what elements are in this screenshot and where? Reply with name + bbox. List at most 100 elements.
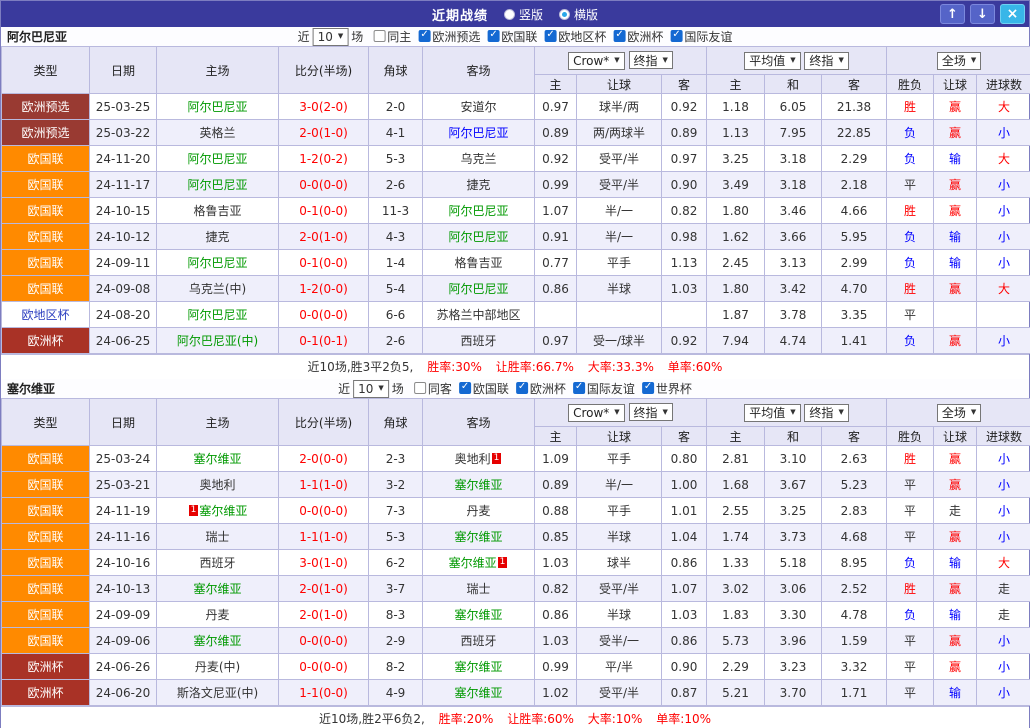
- away-team-link[interactable]: 瑞士: [466, 582, 490, 596]
- odds-stage-select[interactable]: 终指▼: [629, 51, 673, 69]
- score-link[interactable]: 0-0(0-0): [279, 628, 369, 654]
- filter-option[interactable]: 欧洲预选: [418, 28, 480, 45]
- radio-icon[interactable]: [559, 9, 570, 20]
- score-link[interactable]: 0-1(0-0): [279, 198, 369, 224]
- home-team-link[interactable]: 塞尔维亚: [193, 634, 241, 648]
- home-team-link[interactable]: 阿尔巴尼亚: [187, 178, 247, 192]
- score-link[interactable]: 0-0(0-0): [279, 654, 369, 680]
- away-team-link[interactable]: 乌克兰: [460, 152, 496, 166]
- score-link[interactable]: 1-1(1-0): [279, 472, 369, 498]
- away-team-link[interactable]: 西班牙: [460, 334, 496, 348]
- avg-stage-select[interactable]: 终指▼: [804, 52, 848, 70]
- close-icon[interactable]: ×: [1000, 4, 1025, 24]
- away-team-link[interactable]: 塞尔维亚: [454, 478, 502, 492]
- move-up-button[interactable]: ↑: [940, 4, 965, 24]
- away-team-link[interactable]: 安道尔: [460, 100, 496, 114]
- filter-option[interactable]: 欧洲杯: [613, 28, 663, 45]
- away-team-link[interactable]: 苏格兰中部地区: [436, 308, 520, 322]
- score-link[interactable]: 1-2(0-0): [279, 276, 369, 302]
- layout-radio-horizontal[interactable]: 横版: [559, 6, 598, 23]
- home-team-link[interactable]: 塞尔维亚: [193, 452, 241, 466]
- away-team-link[interactable]: 阿尔巴尼亚: [448, 126, 508, 140]
- layout-radio-vertical[interactable]: 竖版: [504, 6, 543, 23]
- home-team-link[interactable]: 丹麦: [205, 608, 229, 622]
- away-team-link[interactable]: 奥地利: [455, 452, 491, 466]
- checkbox-icon[interactable]: [459, 382, 471, 394]
- home-team-link[interactable]: 乌克兰(中): [189, 282, 246, 296]
- away-team-link[interactable]: 阿尔巴尼亚: [448, 282, 508, 296]
- filter-option[interactable]: 同客: [414, 380, 452, 397]
- match-count-select[interactable]: 10▼: [353, 380, 389, 398]
- home-team-link[interactable]: 阿尔巴尼亚: [187, 256, 247, 270]
- checkbox-icon[interactable]: [516, 382, 528, 394]
- filter-option[interactable]: 世界杯: [642, 380, 692, 397]
- home-team-link[interactable]: 英格兰: [199, 126, 235, 140]
- filter-option[interactable]: 欧地区杯: [544, 28, 606, 45]
- filter-option[interactable]: 欧国联: [459, 380, 509, 397]
- home-team-link[interactable]: 西班牙: [199, 556, 235, 570]
- filter-option[interactable]: 国际友谊: [573, 380, 635, 397]
- away-team-link[interactable]: 塞尔维亚: [454, 530, 502, 544]
- avg-select[interactable]: 平均值▼: [744, 52, 800, 70]
- home-team-link[interactable]: 丹麦(中): [195, 660, 240, 674]
- filter-option[interactable]: 国际友谊: [670, 28, 732, 45]
- score-link[interactable]: 3-0(1-0): [279, 550, 369, 576]
- home-team-link[interactable]: 阿尔巴尼亚: [187, 100, 247, 114]
- checkbox-icon[interactable]: [544, 30, 556, 42]
- avg-select[interactable]: 平均值▼: [744, 404, 800, 422]
- score-link[interactable]: 0-0(0-0): [279, 498, 369, 524]
- filter-option[interactable]: 欧洲杯: [516, 380, 566, 397]
- score-link[interactable]: 2-0(1-0): [279, 224, 369, 250]
- filter-option[interactable]: 欧国联: [487, 28, 537, 45]
- scope-select[interactable]: 全场▼: [937, 52, 981, 70]
- scope-select[interactable]: 全场▼: [937, 404, 981, 422]
- away-team-link[interactable]: 塞尔维亚: [454, 686, 502, 700]
- checkbox-icon[interactable]: [487, 30, 499, 42]
- away-team-link[interactable]: 塞尔维亚: [454, 660, 502, 674]
- home-team-link[interactable]: 阿尔巴尼亚(中): [177, 334, 258, 348]
- score-link[interactable]: 2-0(1-0): [279, 576, 369, 602]
- home-team-link[interactable]: 塞尔维亚: [193, 582, 241, 596]
- away-team-link[interactable]: 阿尔巴尼亚: [448, 230, 508, 244]
- checkbox-icon[interactable]: [414, 382, 426, 394]
- score-link[interactable]: 1-2(0-2): [279, 146, 369, 172]
- score-link[interactable]: 0-1(0-0): [279, 250, 369, 276]
- checkbox-icon[interactable]: [613, 30, 625, 42]
- away-team-link[interactable]: 格鲁吉亚: [454, 256, 502, 270]
- away-team-link[interactable]: 捷克: [466, 178, 490, 192]
- home-team-link[interactable]: 阿尔巴尼亚: [187, 308, 247, 322]
- score-link[interactable]: 3-0(2-0): [279, 94, 369, 120]
- checkbox-icon[interactable]: [373, 30, 385, 42]
- score-link[interactable]: 2-0(1-0): [279, 120, 369, 146]
- score-link[interactable]: 0-0(0-0): [279, 172, 369, 198]
- checkbox-icon[interactable]: [418, 30, 430, 42]
- bookmaker-select[interactable]: Crow*▼: [568, 404, 625, 422]
- away-team-link[interactable]: 塞尔维亚: [454, 608, 502, 622]
- home-team-link[interactable]: 格鲁吉亚: [193, 204, 241, 218]
- home-team-link[interactable]: 捷克: [205, 230, 229, 244]
- match-count-select[interactable]: 10▼: [313, 28, 349, 46]
- radio-icon[interactable]: [504, 9, 515, 20]
- score-link[interactable]: 1-1(1-0): [279, 524, 369, 550]
- bookmaker-select[interactable]: Crow*▼: [568, 52, 625, 70]
- score-link[interactable]: 2-0(0-0): [279, 446, 369, 472]
- away-team-link[interactable]: 阿尔巴尼亚: [448, 204, 508, 218]
- score-link[interactable]: 1-1(0-0): [279, 680, 369, 706]
- score-link[interactable]: 2-0(1-0): [279, 602, 369, 628]
- checkbox-icon[interactable]: [670, 30, 682, 42]
- move-down-button[interactable]: ↓: [970, 4, 995, 24]
- away-team-link[interactable]: 丹麦: [466, 504, 490, 518]
- away-team-link[interactable]: 西班牙: [460, 634, 496, 648]
- home-team-link[interactable]: 斯洛文尼亚(中): [177, 686, 258, 700]
- avg-stage-select[interactable]: 终指▼: [804, 404, 848, 422]
- score-link[interactable]: 0-0(0-0): [279, 302, 369, 328]
- home-team-link[interactable]: 阿尔巴尼亚: [187, 152, 247, 166]
- filter-option[interactable]: 同主: [373, 28, 411, 45]
- home-team-link[interactable]: 塞尔维亚: [199, 504, 247, 518]
- home-team-link[interactable]: 瑞士: [205, 530, 229, 544]
- odds-stage-select[interactable]: 终指▼: [629, 403, 673, 421]
- score-link[interactable]: 0-1(0-1): [279, 328, 369, 354]
- away-team-link[interactable]: 塞尔维亚: [449, 556, 497, 570]
- checkbox-icon[interactable]: [573, 382, 585, 394]
- checkbox-icon[interactable]: [642, 382, 654, 394]
